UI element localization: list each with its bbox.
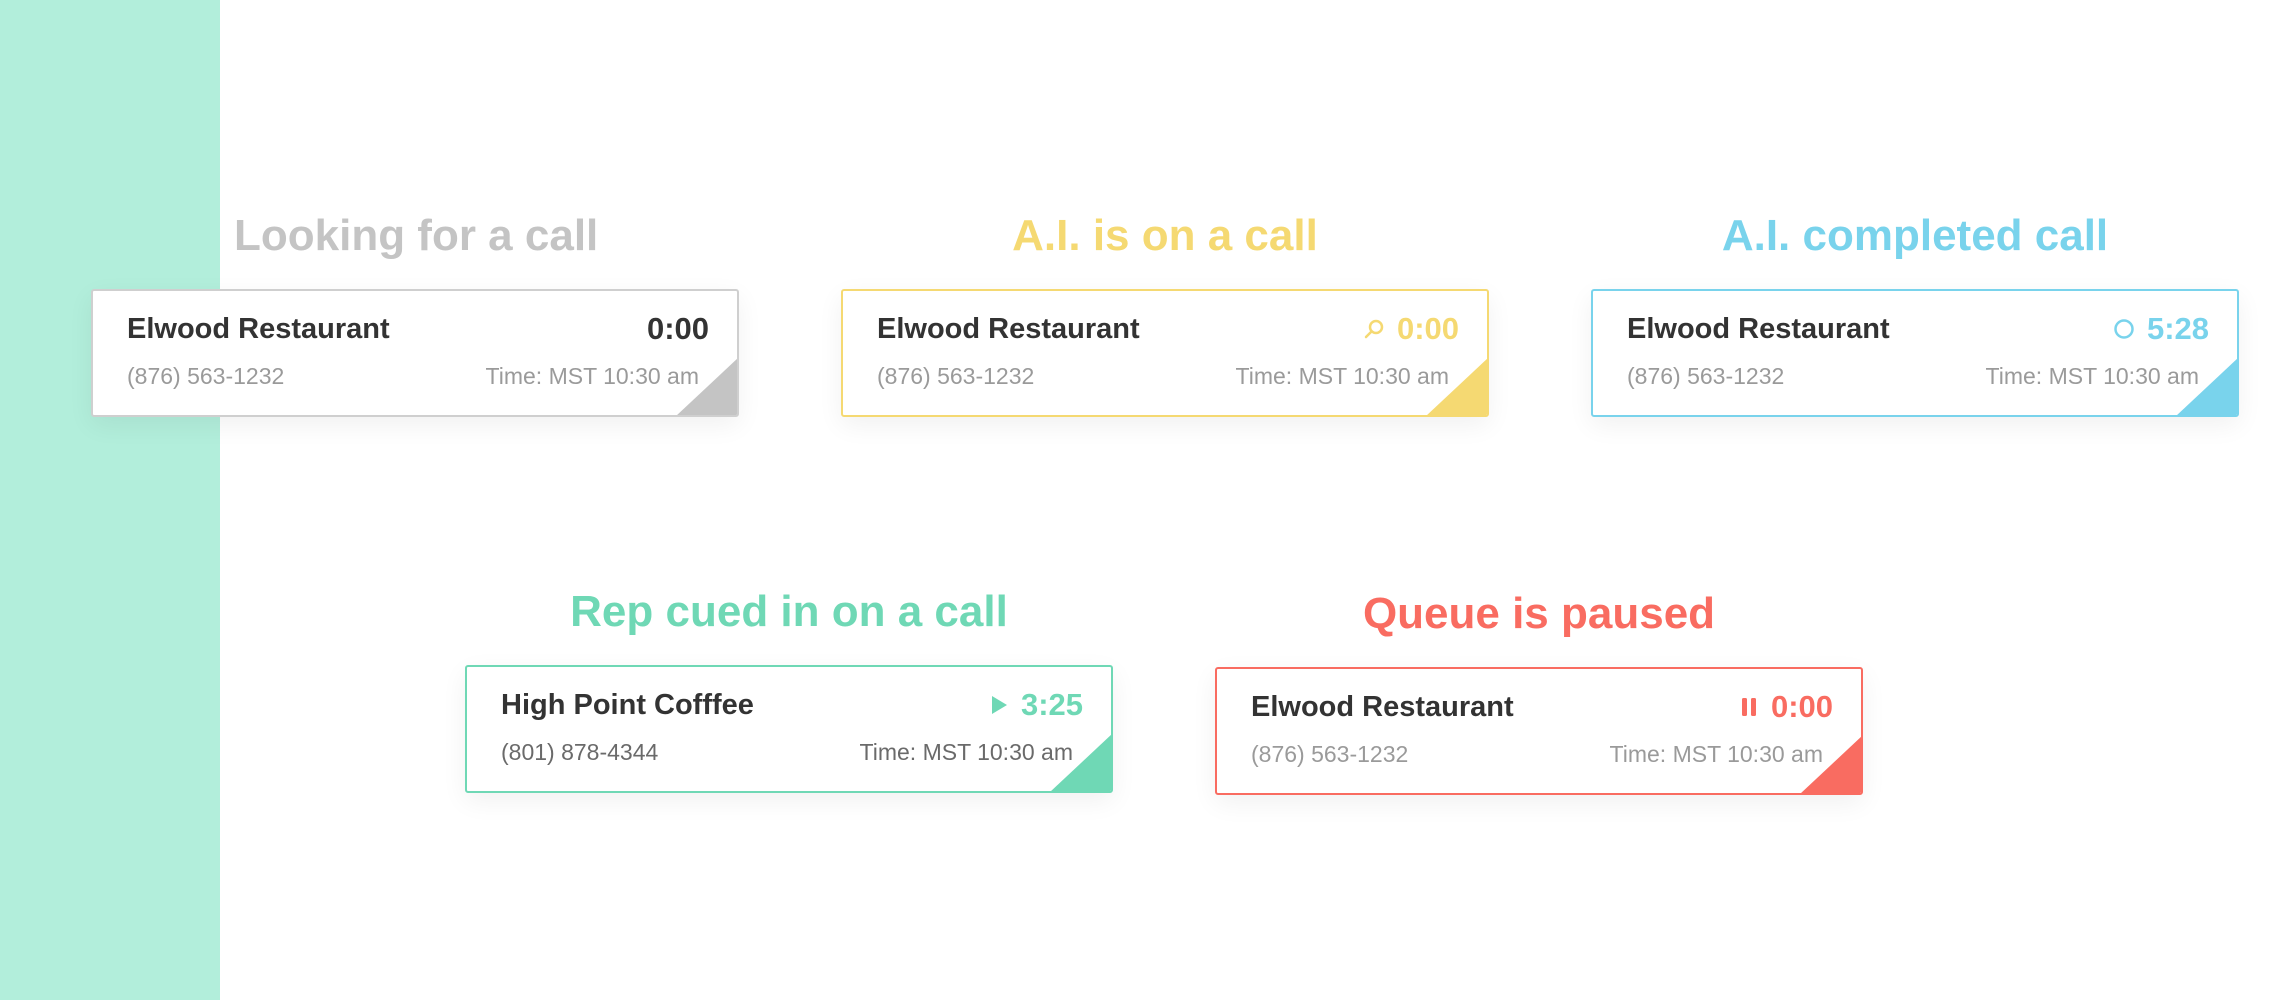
state-title: Queue is paused bbox=[1362, 589, 1716, 638]
search-icon bbox=[1363, 318, 1385, 340]
card-phone: (876) 563-1232 bbox=[1627, 363, 1785, 389]
card-phone: (876) 563-1232 bbox=[877, 363, 1035, 389]
card-timer: 3:25 bbox=[989, 687, 1083, 723]
timer-value: 0:00 bbox=[1396, 311, 1459, 346]
card-time: Time: MST 10:30 am bbox=[485, 363, 699, 389]
timer-value: 0:00 bbox=[646, 311, 709, 346]
card-business-name: Elwood Restaurant bbox=[877, 313, 1140, 345]
state-title: A.I. completed call bbox=[1721, 211, 2109, 260]
card-timer: 0:00 bbox=[1363, 311, 1459, 347]
state-looking-for-call: Looking for a call Elwood Restaurant 0:0… bbox=[91, 204, 739, 449]
state-title: A.I. is on a call bbox=[1012, 211, 1318, 260]
card-business-name: High Point Cofffee bbox=[501, 689, 754, 721]
state-ai-on-call: A.I. is on a call Elwood Restaurant 0:00… bbox=[841, 204, 1489, 449]
card-time: Time: MST 10:30 am bbox=[1235, 363, 1449, 389]
state-queue-paused: Queue is paused Elwood Restaurant 0:00 (… bbox=[1215, 582, 1863, 827]
timer-value: 0:00 bbox=[1770, 689, 1833, 724]
timer-value: 3:25 bbox=[1020, 687, 1083, 722]
card-time: Time: MST 10:30 am bbox=[1609, 741, 1823, 767]
sidebar bbox=[0, 0, 220, 1000]
card-time: Time: MST 10:30 am bbox=[1985, 363, 2199, 389]
state-rep-cued-in: Rep cued in on a call High Point Cofffee… bbox=[465, 580, 1113, 825]
card-business-name: Elwood Restaurant bbox=[1251, 691, 1514, 723]
call-card[interactable]: Elwood Restaurant 0:00 (876) 563-1232 Ti… bbox=[91, 289, 739, 417]
play-icon bbox=[989, 694, 1009, 716]
card-business-name: Elwood Restaurant bbox=[127, 313, 390, 345]
state-ai-completed-call: A.I. completed call Elwood Restaurant 5:… bbox=[1591, 204, 2239, 449]
state-title: Looking for a call bbox=[234, 211, 599, 260]
state-title: Rep cued in on a call bbox=[570, 587, 1008, 636]
circle-icon bbox=[2113, 318, 2135, 340]
card-timer: 0:00 bbox=[1739, 689, 1833, 725]
card-timer: 0:00 bbox=[647, 311, 709, 347]
call-card[interactable]: Elwood Restaurant 0:00 (876) 563-1232 Ti… bbox=[1215, 667, 1863, 795]
card-business-name: Elwood Restaurant bbox=[1627, 313, 1890, 345]
card-phone: (876) 563-1232 bbox=[127, 363, 285, 389]
card-phone: (876) 563-1232 bbox=[1251, 741, 1409, 767]
call-card[interactable]: High Point Cofffee 3:25 (801) 878-4344 T… bbox=[465, 665, 1113, 793]
timer-value: 5:28 bbox=[2146, 311, 2209, 346]
call-card[interactable]: Elwood Restaurant 0:00 (876) 563-1232 Ti… bbox=[841, 289, 1489, 417]
card-phone: (801) 878-4344 bbox=[501, 739, 659, 765]
call-card[interactable]: Elwood Restaurant 5:28 (876) 563-1232 Ti… bbox=[1591, 289, 2239, 417]
card-timer: 5:28 bbox=[2113, 311, 2209, 347]
pause-icon bbox=[1739, 696, 1759, 718]
card-time: Time: MST 10:30 am bbox=[859, 739, 1073, 765]
